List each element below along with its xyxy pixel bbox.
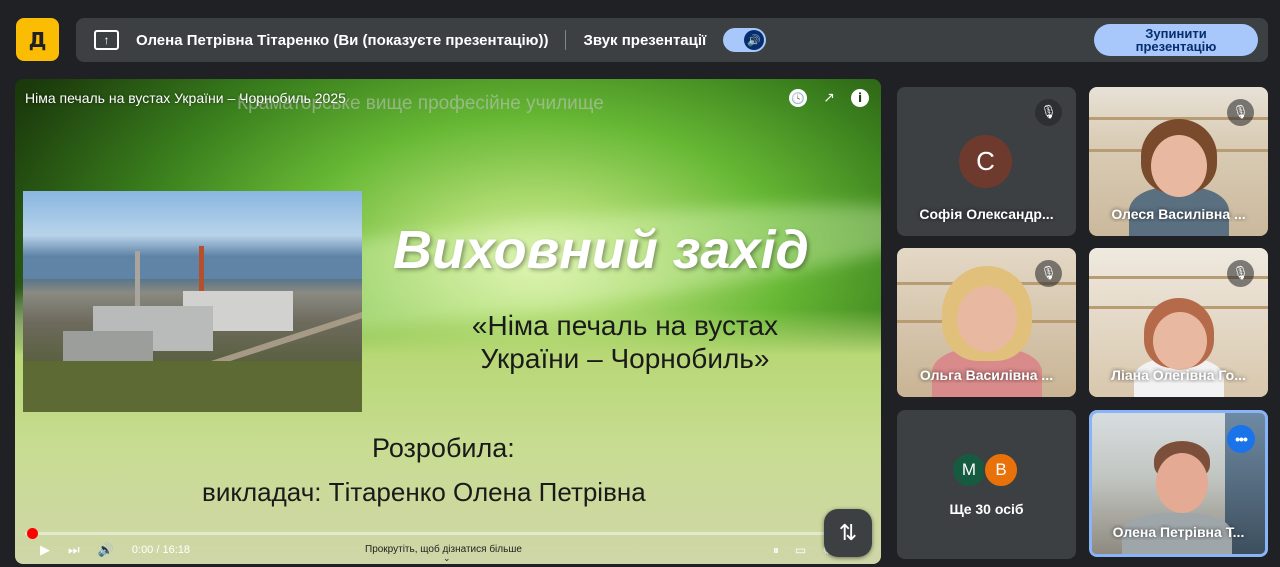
photo-field bbox=[23, 361, 362, 412]
slide-author-label: Розробила: bbox=[372, 433, 515, 463]
participant-name: Софія Олександр... bbox=[919, 206, 1054, 222]
swap-layout-button[interactable]: ⇅ bbox=[824, 509, 872, 557]
slide-author: викладач: Тітаренко Олена Петрівна bbox=[202, 477, 646, 507]
participant-tile[interactable]: 🎙 Ліана Олегівна Го... bbox=[1089, 248, 1268, 397]
participant-name: Олеся Василівна ... bbox=[1111, 206, 1246, 222]
presenting-bar: ↑ Олена Петрівна Тітаренко (Ви (показуєт… bbox=[76, 18, 1268, 62]
speaker-icon: 🔊 bbox=[744, 30, 765, 50]
watch-later-icon[interactable]: 🕓 bbox=[789, 89, 807, 107]
presentation-audio-label: Звук презентації bbox=[583, 31, 707, 49]
video-title[interactable]: Німа печаль на вустах України – Чорнобил… bbox=[25, 90, 346, 106]
photo-water bbox=[23, 257, 362, 279]
person-face bbox=[1151, 135, 1207, 197]
participant-tile[interactable]: 🎙 Олеся Василівна ... bbox=[1089, 87, 1268, 236]
participant-name: Олена Петрівна Т... bbox=[1112, 524, 1245, 540]
video-top-actions: 🕓 ↗ i bbox=[789, 89, 869, 107]
presentation-audio-toggle[interactable]: 🔊 bbox=[723, 28, 767, 52]
participant-tile[interactable]: 🎙 Ольга Василівна ... bbox=[897, 248, 1076, 397]
chornobyl-plant-photo bbox=[23, 191, 362, 412]
presenter-name: Олена Петрівна Тітаренко (Ви (показуєте … bbox=[136, 31, 549, 49]
chevron-down-icon[interactable]: ⌄ bbox=[443, 553, 451, 564]
person-face bbox=[1153, 312, 1207, 370]
video-time: 0:00 / 16:18 bbox=[131, 544, 190, 556]
participant-name: Ольга Василівна ... bbox=[919, 367, 1054, 383]
meet-window: Д ↑ Олена Петрівна Тітаренко (Ви (показу… bbox=[0, 0, 1280, 567]
share-icon[interactable]: ↗ bbox=[820, 89, 838, 107]
mic-off-icon: 🎙 bbox=[1227, 260, 1254, 287]
volume-icon[interactable]: 🔊 bbox=[98, 543, 114, 558]
more-participants-tile[interactable]: М В Ще 30 осіб bbox=[897, 410, 1076, 559]
avatar: С bbox=[959, 135, 1012, 188]
slide-subtitle: «Німа печаль на вустах України – Чорноби… bbox=[471, 310, 779, 374]
info-icon[interactable]: i bbox=[851, 89, 869, 107]
next-icon[interactable]: ⏭ bbox=[68, 543, 80, 558]
activities-logo-button[interactable]: Д bbox=[16, 18, 59, 61]
more-options-button[interactable]: ••• bbox=[1227, 425, 1255, 453]
presentation-stage[interactable]: Краматорське вище професійне училище Нім… bbox=[15, 79, 881, 564]
mic-off-icon: 🎙 bbox=[1035, 99, 1062, 126]
bar-divider bbox=[565, 30, 567, 50]
present-screen-icon: ↑ bbox=[94, 30, 119, 50]
logo-icon: Д bbox=[28, 27, 47, 52]
autoplay-toggle-icon[interactable]: ⏸ bbox=[773, 543, 779, 558]
self-participant-tile[interactable]: ••• Олена Петрівна Т... bbox=[1089, 410, 1268, 557]
play-icon[interactable]: ▶ bbox=[40, 543, 50, 558]
avatar: М bbox=[951, 452, 987, 488]
person-face bbox=[1156, 453, 1208, 513]
participant-name: Ліана Олегівна Го... bbox=[1111, 367, 1246, 383]
mic-off-icon: 🎙 bbox=[1035, 260, 1062, 287]
slide-heading: Виховний захід bbox=[393, 220, 809, 280]
participant-tile[interactable]: 🎙 С Софія Олександр... bbox=[897, 87, 1076, 236]
photo-chimney bbox=[135, 251, 140, 311]
stop-presenting-button[interactable]: Зупинити презентацію bbox=[1094, 24, 1258, 56]
more-participants-label: Ще 30 осіб bbox=[949, 501, 1024, 517]
mic-off-icon: 🎙 bbox=[1227, 99, 1254, 126]
video-progress-bar[interactable] bbox=[25, 528, 871, 539]
avatar: В bbox=[983, 452, 1019, 488]
photo-building bbox=[63, 331, 153, 361]
subtitles-icon[interactable]: ▭ bbox=[795, 543, 806, 558]
person-face bbox=[957, 286, 1017, 352]
